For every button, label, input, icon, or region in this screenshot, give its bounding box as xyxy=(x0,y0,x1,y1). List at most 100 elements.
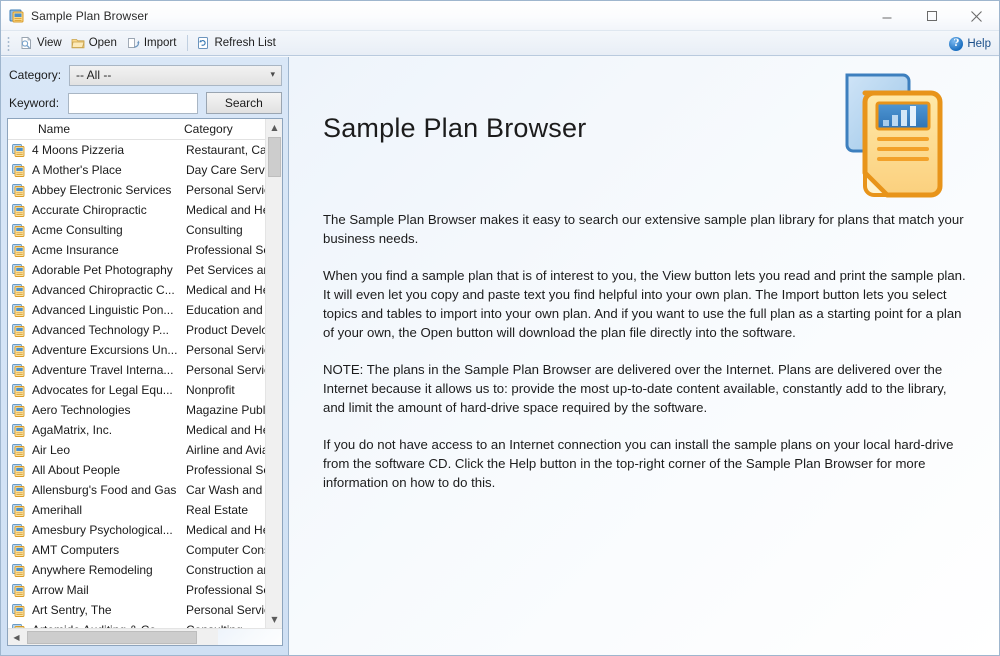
chevron-down-icon[interactable]: ▼ xyxy=(266,611,282,628)
table-row[interactable]: 4 Moons Pizzeria Restaurant, Cafe, xyxy=(8,140,266,160)
row-category: Education and Tr xyxy=(186,303,266,317)
search-button[interactable]: Search xyxy=(205,92,282,114)
plan-document-icon xyxy=(12,423,26,438)
toolbar-button-view[interactable]: View xyxy=(16,35,68,51)
toolbar-grip[interactable] xyxy=(7,35,10,51)
table-row[interactable]: Air Leo Airline and Aviat xyxy=(8,440,266,460)
row-category: Consulting xyxy=(186,223,243,237)
row-name: Amerihall xyxy=(32,503,83,517)
row-name: Allensburg's Food and Gas xyxy=(32,483,177,497)
toolbar-label-import: Import xyxy=(143,37,177,49)
maximize-icon[interactable] xyxy=(909,2,954,31)
table-row[interactable]: AgaMatrix, Inc. Medical and Hea xyxy=(8,420,266,440)
plan-document-icon xyxy=(12,383,26,398)
main-body: Category: -- All -- ▾ Keyword: Search Na… xyxy=(1,57,999,655)
toolbar-button-import[interactable]: Import xyxy=(123,35,183,51)
category-select[interactable]: -- All -- ▾ xyxy=(69,64,282,86)
plan-document-icon xyxy=(12,543,26,558)
chevron-up-icon[interactable]: ▲ xyxy=(266,119,282,136)
table-row[interactable]: Adorable Pet Photography Pet Services and xyxy=(8,260,266,280)
table-row[interactable]: Art Sentry, The Personal Service: xyxy=(8,600,266,620)
plan-list: Name Category 4 Moons Pizzeria Restaurant… xyxy=(7,118,283,646)
toolbar-separator xyxy=(187,35,189,51)
left-panel: Category: -- All -- ▾ Keyword: Search Na… xyxy=(1,57,289,655)
keyword-filter-row: Keyword: Search xyxy=(7,91,282,115)
table-row[interactable]: Anywhere Remodeling Construction an xyxy=(8,560,266,580)
plan-document-icon xyxy=(12,263,26,278)
keyword-input[interactable] xyxy=(67,92,198,114)
table-row[interactable]: Abbey Electronic Services Personal Servic… xyxy=(8,180,266,200)
help-label: Help xyxy=(967,37,991,50)
table-row[interactable]: AMT Computers Computer Consu xyxy=(8,540,266,560)
horizontal-scrollbar[interactable]: ◀ ▶ xyxy=(8,628,282,645)
chevron-left-icon[interactable]: ◀ xyxy=(8,629,25,646)
plan-document-icon xyxy=(12,323,26,338)
table-row[interactable]: Aero Technologies Magazine Publis xyxy=(8,400,266,420)
vertical-scroll-thumb[interactable] xyxy=(268,137,281,177)
plan-document-icon xyxy=(12,143,26,158)
row-category: Personal Service: xyxy=(186,363,266,377)
title-bar: Sample Plan Browser xyxy=(1,1,999,31)
row-category: Professional Serv xyxy=(186,583,266,597)
table-row[interactable]: Adventure Excursions Un... Personal Servi… xyxy=(8,340,266,360)
horizontal-scroll-thumb[interactable] xyxy=(27,631,197,644)
row-name: Adorable Pet Photography xyxy=(32,263,173,277)
row-category: Medical and Hea xyxy=(186,423,266,437)
table-row[interactable]: Advanced Chiropractic C... Medical and He… xyxy=(8,280,266,300)
table-row[interactable]: Advanced Technology P... Product Develop xyxy=(8,320,266,340)
row-name: 4 Moons Pizzeria xyxy=(32,143,125,157)
table-row[interactable]: Amerihall Real Estate xyxy=(8,500,266,520)
row-category: Product Develop xyxy=(186,323,266,337)
row-name: AgaMatrix, Inc. xyxy=(32,423,113,437)
table-row[interactable]: Acme Consulting Consulting xyxy=(8,220,266,240)
vertical-scrollbar[interactable]: ▲ ▼ xyxy=(265,119,282,628)
row-category: Magazine Publis xyxy=(186,403,266,417)
app-window: Sample Plan Browser View Open Import Ref… xyxy=(0,0,1000,656)
help-button[interactable]: ? Help xyxy=(949,31,991,56)
list-header: Name Category xyxy=(8,119,282,140)
table-row[interactable]: Advanced Linguistic Pon... Education and … xyxy=(8,300,266,320)
table-row[interactable]: Allensburg's Food and Gas Car Wash and Au xyxy=(8,480,266,500)
row-category: Construction an xyxy=(186,563,266,577)
toolbar-label-open: Open xyxy=(88,37,117,49)
row-name: Amesbury Psychological... xyxy=(32,523,173,537)
table-row[interactable]: Advocates for Legal Equ... Nonprofit xyxy=(8,380,266,400)
table-row[interactable]: A Mother's Place Day Care Service xyxy=(8,160,266,180)
app-document-icon xyxy=(9,8,25,24)
close-icon[interactable] xyxy=(954,2,999,31)
plan-document-icon xyxy=(12,563,26,578)
open-folder-icon xyxy=(71,36,85,50)
row-category: Nonprofit xyxy=(186,383,235,397)
row-category: Medical and Hea xyxy=(186,283,266,297)
row-name: Accurate Chiropractic xyxy=(32,203,147,217)
row-name: Advanced Technology P... xyxy=(32,323,169,337)
toolbar-button-open[interactable]: Open xyxy=(68,35,123,51)
plan-document-icon xyxy=(12,303,26,318)
minimize-icon[interactable] xyxy=(864,2,909,31)
list-rows[interactable]: 4 Moons Pizzeria Restaurant, Cafe, A Mothe… xyxy=(8,140,266,630)
plan-document-icon xyxy=(12,163,26,178)
content-paragraph-1: The Sample Plan Browser makes it easy to… xyxy=(323,212,964,246)
table-row[interactable]: Amesbury Psychological... Medical and Hea xyxy=(8,520,266,540)
row-name: Adventure Excursions Un... xyxy=(32,343,178,357)
row-name: Abbey Electronic Services xyxy=(32,183,172,197)
content-paragraph-3: NOTE: The plans in the Sample Plan Brows… xyxy=(323,362,947,415)
row-name: Advanced Linguistic Pon... xyxy=(32,303,174,317)
row-category: Professional Serv xyxy=(186,463,266,477)
category-label: Category: xyxy=(9,68,62,82)
plan-document-icon xyxy=(12,603,26,618)
table-row[interactable]: Acme Insurance Professional Serv xyxy=(8,240,266,260)
table-row[interactable]: Adventure Travel Interna... Personal Serv… xyxy=(8,360,266,380)
category-filter-row: Category: -- All -- ▾ xyxy=(7,63,282,87)
plan-document-icon xyxy=(12,443,26,458)
row-category: Car Wash and Au xyxy=(186,483,266,497)
table-row[interactable]: All About People Professional Serv xyxy=(8,460,266,480)
table-row[interactable]: Arrow Mail Professional Serv xyxy=(8,580,266,600)
table-row[interactable]: Accurate Chiropractic Medical and Hea xyxy=(8,200,266,220)
toolbar-button-refresh-list[interactable]: Refresh List xyxy=(193,35,281,51)
row-category: Airline and Aviat xyxy=(186,443,266,457)
column-header-name[interactable]: Name xyxy=(8,122,180,136)
row-name: Air Leo xyxy=(32,443,71,457)
plan-document-icon xyxy=(12,343,26,358)
chevron-right-icon[interactable]: ▶ xyxy=(218,629,282,645)
